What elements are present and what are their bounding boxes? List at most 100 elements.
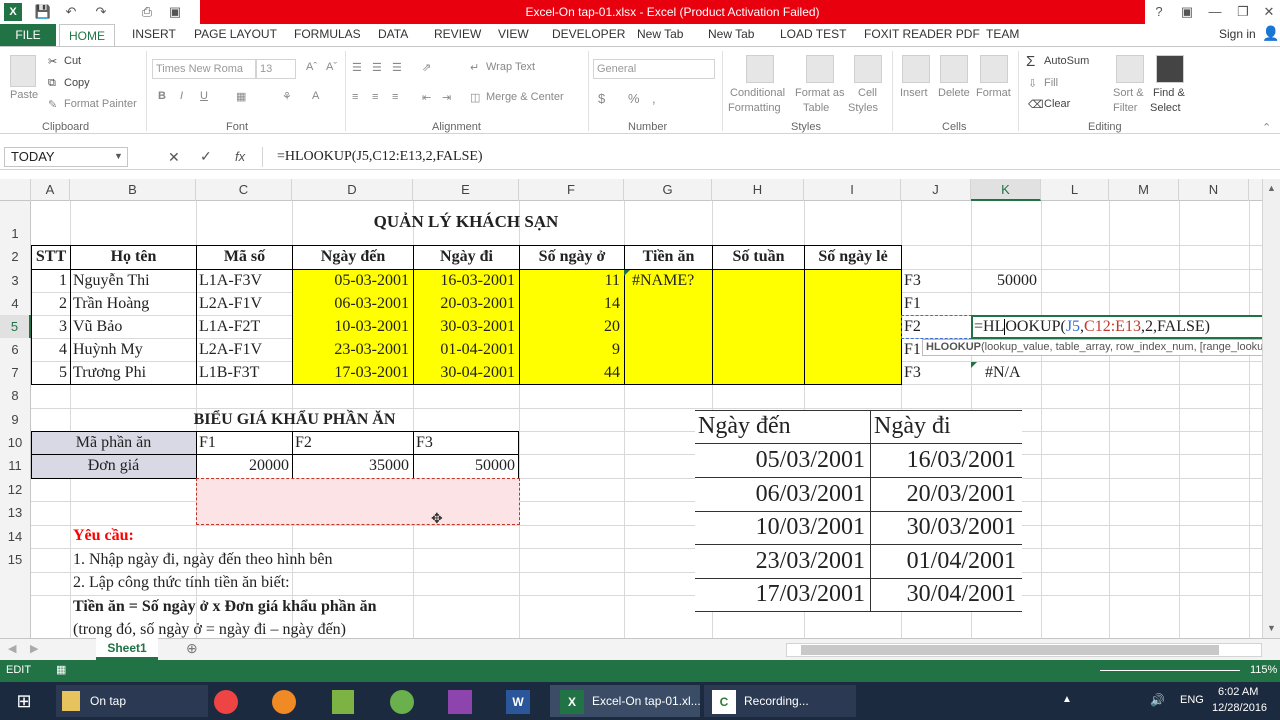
tab-review[interactable]: REVIEW <box>434 27 481 41</box>
tab-file[interactable]: FILE <box>0 24 56 46</box>
cell-stt[interactable]: 4 <box>33 339 67 361</box>
italic-icon[interactable]: I <box>180 90 183 102</box>
sign-in-link[interactable]: Sign in <box>1219 27 1256 41</box>
row-header[interactable]: 11 <box>0 454 31 478</box>
price-value-label[interactable]: Đơn giá <box>31 455 196 477</box>
notes-line[interactable]: (trong đó, số ngày ở = ngày đi – ngày đế… <box>73 619 513 638</box>
windows-start-icon[interactable]: ⊞ <box>6 685 42 717</box>
horizontal-scroll-thumb[interactable] <box>801 645 1219 655</box>
row-header[interactable]: 8 <box>0 384 31 408</box>
align-middle-icon[interactable]: ☰ <box>372 61 382 74</box>
add-sheet-icon[interactable]: ⊕ <box>186 640 198 657</box>
cell-arrive[interactable]: 05-03-2001 <box>295 270 409 292</box>
decrease-indent-icon[interactable]: ⇤ <box>422 91 431 104</box>
print-preview-icon[interactable]: ⎙ <box>138 3 156 21</box>
fill-icon[interactable]: ⇩ <box>1028 77 1037 90</box>
tab-view[interactable]: VIEW <box>498 27 529 41</box>
cell-leave[interactable]: 20-03-2001 <box>416 293 515 315</box>
next-sheet-icon[interactable]: ▶ <box>30 642 38 655</box>
copy-button[interactable]: Copy <box>64 77 90 89</box>
tab-load-test[interactable]: LOAD TEST <box>780 27 846 41</box>
cut-button[interactable]: Cut <box>64 55 81 67</box>
column-header[interactable]: E <box>413 179 519 201</box>
help-button[interactable]: ? <box>1150 3 1168 21</box>
align-center-icon[interactable]: ≡ <box>372 91 378 103</box>
ribbon-display-icon[interactable]: ▣ <box>1178 3 1196 21</box>
column-header[interactable]: L <box>1041 179 1109 201</box>
notes-line[interactable]: Tiền ăn = Số ngày ở x Đơn giá khẩu phần … <box>73 596 513 618</box>
cell-j4[interactable]: F1 <box>904 293 968 315</box>
cell-leave[interactable]: 01-04-2001 <box>416 339 515 361</box>
column-header[interactable]: D <box>292 179 413 201</box>
collapse-ribbon-icon[interactable]: ⌃ <box>1262 121 1271 134</box>
row-header[interactable]: 6 <box>0 338 31 361</box>
autosum-button[interactable]: AutoSum <box>1044 55 1089 67</box>
format-painter-button[interactable]: Format Painter <box>64 98 137 110</box>
currency-icon[interactable]: $ <box>598 91 605 106</box>
vertical-scrollbar[interactable]: ▲ ▼ <box>1262 179 1280 638</box>
horizontal-scrollbar[interactable] <box>786 643 1262 657</box>
maximize-icon[interactable]: ❐ <box>1234 3 1252 21</box>
sort-filter-button[interactable]: Sort & <box>1113 87 1144 99</box>
row-header[interactable]: 4 <box>0 292 31 315</box>
prev-sheet-icon[interactable]: ◀ <box>8 642 16 655</box>
insert-cells-button[interactable]: Insert <box>900 87 928 99</box>
find-select-button[interactable]: Find & <box>1153 87 1185 99</box>
price-code[interactable]: F2 <box>295 432 409 454</box>
volume-icon[interactable]: 🔊 <box>1150 693 1165 707</box>
clear-button[interactable]: Clear <box>1044 98 1070 110</box>
format-as-table-icon[interactable] <box>806 55 834 83</box>
quick-print-icon[interactable]: ▣ <box>166 3 184 21</box>
delete-cells-icon[interactable] <box>940 55 968 83</box>
zoom-slider[interactable] <box>1100 670 1240 671</box>
column-header[interactable]: M <box>1109 179 1179 201</box>
fill-color-icon[interactable]: ⚘ <box>282 90 292 103</box>
macro-record-icon[interactable]: ▦ <box>56 663 66 676</box>
comma-icon[interactable]: , <box>652 91 656 106</box>
paste-button[interactable]: Paste <box>10 89 38 101</box>
font-color-icon[interactable]: A <box>312 90 319 102</box>
column-header[interactable]: N <box>1179 179 1249 201</box>
clear-icon[interactable]: ⌫ <box>1028 98 1044 111</box>
scroll-up-icon[interactable]: ▲ <box>1267 183 1276 193</box>
app-icon[interactable] <box>332 690 354 714</box>
tab-page-layout[interactable]: PAGE LAYOUT <box>194 27 277 41</box>
select-all-corner[interactable] <box>0 179 31 201</box>
format-painter-icon[interactable]: ✎ <box>48 98 57 111</box>
firefox-icon[interactable] <box>272 690 296 714</box>
row-header[interactable]: 13 <box>0 501 31 525</box>
align-left-icon[interactable]: ≡ <box>352 91 358 103</box>
align-right-icon[interactable]: ≡ <box>392 91 398 103</box>
chrome-icon[interactable] <box>214 690 238 714</box>
input-language[interactable]: ENG <box>1180 694 1204 706</box>
tab-new-tab-1[interactable]: New Tab <box>637 27 683 41</box>
tab-foxit-reader[interactable]: FOXIT READER PDF <box>864 27 980 41</box>
column-header[interactable]: H <box>712 179 804 201</box>
cell-name[interactable]: Vũ Bảo <box>73 316 193 338</box>
number-format-select[interactable]: General <box>593 59 715 79</box>
orientation-icon[interactable]: ⇗ <box>422 61 431 74</box>
format-as-table-button[interactable]: Format as <box>795 87 845 99</box>
row-header[interactable]: 5 <box>0 315 31 338</box>
delete-cells-button[interactable]: Delete <box>938 87 970 99</box>
column-header[interactable]: C <box>196 179 292 201</box>
merge-icon[interactable]: ◫ <box>470 91 480 104</box>
font-size-input[interactable]: 13 <box>256 59 296 79</box>
find-select-icon[interactable] <box>1156 55 1184 83</box>
cell-code[interactable]: L2A-F1V <box>199 339 289 361</box>
cell-code[interactable]: L1B-F3T <box>199 362 289 384</box>
sort-filter-icon[interactable] <box>1116 55 1144 83</box>
price-code[interactable]: F1 <box>199 432 289 454</box>
name-box[interactable]: TODAY <box>4 147 128 167</box>
cell-name[interactable]: Huỳnh My <box>73 339 193 361</box>
cell-styles-icon[interactable] <box>854 55 882 83</box>
cell-name[interactable]: Trần Hoàng <box>73 293 193 315</box>
shrink-font-icon[interactable]: Aˇ <box>326 61 337 73</box>
align-top-icon[interactable]: ☰ <box>352 61 362 74</box>
save-icon[interactable]: 💾 <box>34 3 52 21</box>
worksheet-grid[interactable]: 1 2 3 4 5 6 7 8 9 10 11 12 13 14 15 QUẢN… <box>0 201 1262 638</box>
borders-icon[interactable]: ▦ <box>236 90 246 103</box>
conditional-formatting-button[interactable]: Conditional <box>730 87 785 99</box>
cell-stt[interactable]: 1 <box>33 270 67 292</box>
align-bottom-icon[interactable]: ☰ <box>392 61 402 74</box>
